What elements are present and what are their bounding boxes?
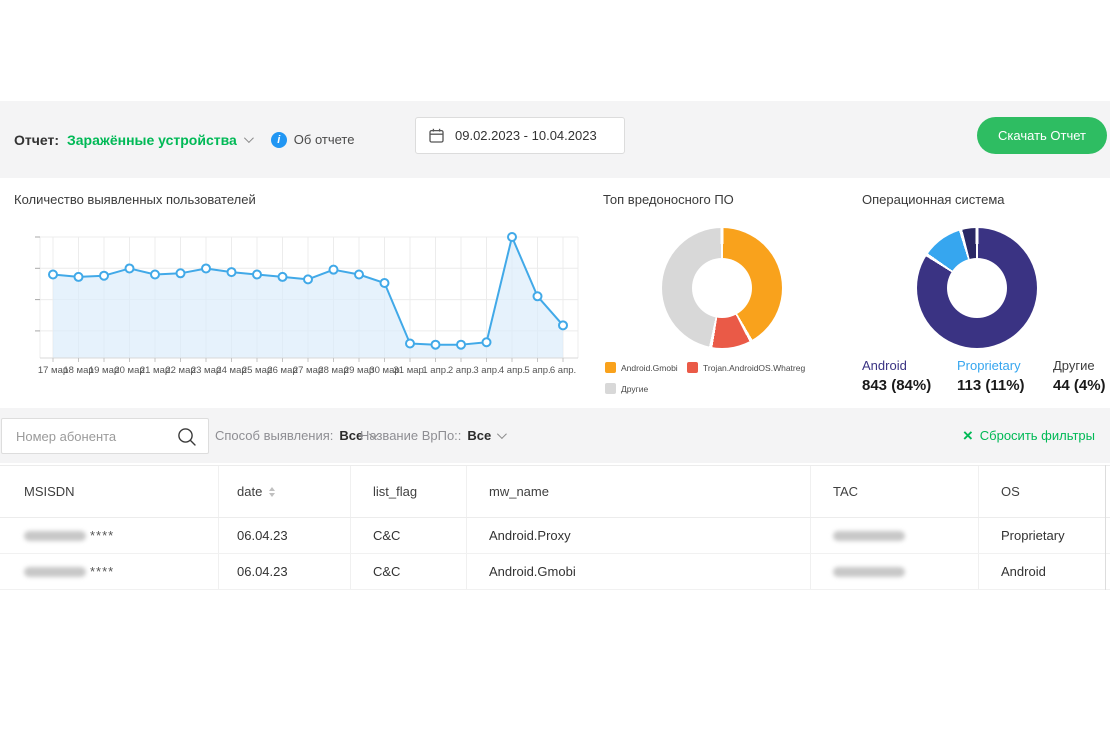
svg-text:6 апр.: 6 апр. <box>550 365 576 376</box>
msisdn-cell: **** <box>0 518 218 553</box>
download-report-button[interactable]: Скачать Отчет <box>977 117 1107 154</box>
infected-devices-dashboard: Отчет: Заражённые устройства i Об отчете… <box>0 0 1110 740</box>
legend-label: Trojan.AndroidOS.Whatreg <box>703 363 805 373</box>
subscriber-search-box <box>1 418 209 454</box>
malware-donut-title: Топ вредоносного ПО <box>603 192 734 207</box>
date-range-value: 09.02.2023 - 10.04.2023 <box>455 128 597 143</box>
filter-label: Способ выявления: <box>215 428 333 443</box>
svg-text:4 апр.: 4 апр. <box>499 365 525 376</box>
date-range-picker[interactable]: 09.02.2023 - 10.04.2023 <box>415 117 625 154</box>
reset-filters-label: Сбросить фильтры <box>980 428 1095 443</box>
column-header-mw-name: mw_name <box>466 466 810 517</box>
close-icon: × <box>963 427 973 444</box>
svg-text:2 апр.: 2 апр. <box>448 365 474 376</box>
column-header-tac: TAC <box>810 466 978 517</box>
legend-label: Proprietary <box>957 358 1025 373</box>
os-cell: Proprietary <box>978 518 1110 553</box>
report-group: Отчет: Заражённые устройства i Об отчете <box>14 101 354 178</box>
chevron-down-icon <box>244 133 254 143</box>
blurred-tac <box>833 567 905 577</box>
about-report-label: Об отчете <box>294 132 355 147</box>
users-line-chart: 17 мар18 мар19 мар20 мар21 мар22 мар23 м… <box>0 225 595 385</box>
os-donut-chart <box>917 228 1037 348</box>
legend-label: Другие <box>1053 358 1106 373</box>
table-scrollbar[interactable] <box>1105 465 1106 590</box>
column-header-os: OS <box>978 466 1110 517</box>
legend-label: Android <box>862 358 931 373</box>
legend-swatch-gray <box>605 383 616 394</box>
info-icon: i <box>271 132 287 148</box>
malware-name-filter[interactable]: Название ВрПо:: Все <box>360 408 504 463</box>
legend-item: Android.Gmobi <box>605 362 678 373</box>
list-flag-cell: C&C <box>350 554 466 589</box>
legend-item: Другие <box>605 383 648 394</box>
table-header-row: MSISDN date list_flag mw_name TAC OS <box>0 465 1110 518</box>
search-icon[interactable] <box>176 426 198 448</box>
charts-panel: Количество выявленных пользователей 17 м… <box>0 178 1110 408</box>
malware-donut-chart <box>662 228 782 348</box>
column-header-list-flag: list_flag <box>350 466 466 517</box>
os-cell: Android <box>978 554 1110 589</box>
date-cell: 06.04.23 <box>218 518 350 553</box>
legend-value: 44 (4%) <box>1053 377 1106 394</box>
filter-value: Все <box>467 428 491 443</box>
infected-devices-table: MSISDN date list_flag mw_name TAC OS ***… <box>0 465 1110 590</box>
svg-text:3 апр.: 3 апр. <box>473 365 499 376</box>
list-flag-cell: C&C <box>350 518 466 553</box>
chevron-down-icon <box>497 429 507 439</box>
calendar-icon <box>429 128 444 143</box>
report-label: Отчет: <box>14 132 59 148</box>
legend-label: Android.Gmobi <box>621 363 678 373</box>
column-header-date[interactable]: date <box>218 466 350 517</box>
legend-value: 843 (84%) <box>862 377 931 394</box>
legend-label: Другие <box>621 384 648 394</box>
date-cell: 06.04.23 <box>218 554 350 589</box>
os-donut-title: Операционная система <box>862 192 1005 207</box>
legend-swatch-orange <box>605 362 616 373</box>
legend-item: Другие 44 (4%) <box>1053 358 1106 394</box>
sort-icon[interactable] <box>269 487 275 497</box>
legend-value: 113 (11%) <box>957 377 1025 394</box>
reset-filters-button[interactable]: × Сбросить фильтры <box>963 408 1095 463</box>
detection-method-filter[interactable]: Способ выявления: Все <box>215 408 376 463</box>
about-report-link[interactable]: i Об отчете <box>271 132 355 148</box>
msisdn-cell: **** <box>0 554 218 589</box>
column-header-msisdn: MSISDN <box>0 466 218 517</box>
legend-item: Android 843 (84%) <box>862 358 931 394</box>
filter-label: Название ВрПо:: <box>360 428 461 443</box>
svg-text:1 апр.: 1 апр. <box>422 365 448 376</box>
legend-item: Proprietary 113 (11%) <box>957 358 1025 394</box>
legend-swatch-red <box>687 362 698 373</box>
tac-cell <box>810 518 978 553</box>
tac-cell <box>810 554 978 589</box>
blurred-msisdn <box>24 567 86 577</box>
report-header-band: Отчет: Заражённые устройства i Об отчете… <box>0 101 1110 178</box>
table-row: **** 06.04.23 C&C Android.Proxy Propriet… <box>0 518 1110 554</box>
subscriber-search-input[interactable] <box>2 419 162 453</box>
legend-item: Trojan.AndroidOS.Whatreg <box>687 362 805 373</box>
mw-name-cell: Android.Gmobi <box>466 554 810 589</box>
svg-text:5 апр.: 5 апр. <box>524 365 550 376</box>
blurred-tac <box>833 531 905 541</box>
report-selector[interactable]: Заражённые устройства <box>67 132 251 148</box>
filter-band: Способ выявления: Все Название ВрПо:: Вс… <box>0 408 1110 463</box>
blurred-msisdn <box>24 531 86 541</box>
line-chart-title: Количество выявленных пользователей <box>14 192 256 207</box>
mw-name-cell: Android.Proxy <box>466 518 810 553</box>
table-row: **** 06.04.23 C&C Android.Gmobi Android <box>0 554 1110 590</box>
report-selector-value: Заражённые устройства <box>67 132 237 148</box>
